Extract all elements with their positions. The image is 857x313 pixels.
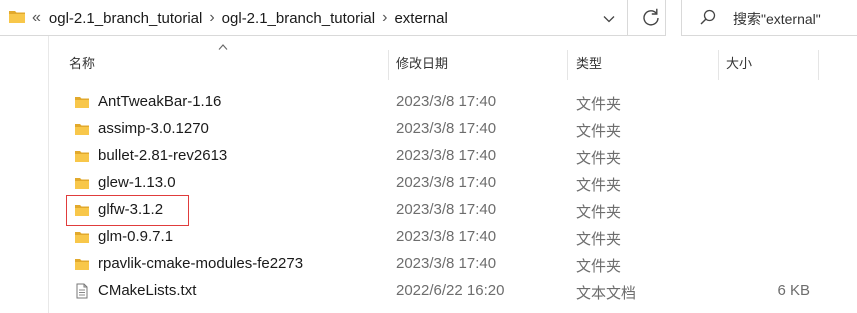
file-name: rpavlik-cmake-modules-fe2273 — [98, 255, 304, 272]
file-date: 2023/3/8 17:40 — [396, 174, 497, 191]
refresh-icon[interactable] — [641, 7, 661, 29]
file-size: 6 KB — [777, 282, 810, 299]
search-icon — [700, 9, 716, 25]
search-box[interactable]: 搜索"external" — [681, 0, 857, 36]
column-divider[interactable] — [718, 50, 719, 80]
folder-icon — [75, 259, 89, 270]
overflow-chevron-icon[interactable]: « — [32, 9, 41, 27]
file-row[interactable]: glew-1.13.0 2023/3/8 17:40 文件夹 — [50, 170, 816, 196]
folder-icon — [75, 124, 89, 135]
chevron-down-icon[interactable] — [603, 13, 615, 25]
file-type: 文件夹 — [576, 96, 622, 113]
file-row[interactable]: AntTweakBar-1.16 2023/3/8 17:40 文件夹 — [50, 89, 816, 115]
file-date: 2023/3/8 17:40 — [396, 201, 497, 218]
pane-divider — [48, 36, 49, 313]
column-header-name[interactable]: 名称 — [69, 50, 95, 80]
file-date: 2023/3/8 17:40 — [396, 228, 497, 245]
column-divider[interactable] — [567, 50, 568, 80]
file-type: 文件夹 — [576, 123, 622, 140]
divider — [627, 0, 628, 36]
file-row[interactable]: glm-0.9.7.1 2023/3/8 17:40 文件夹 — [50, 224, 816, 250]
file-name: bullet-2.81-rev2613 — [98, 147, 228, 164]
breadcrumb-item[interactable]: external — [394, 10, 447, 27]
column-divider[interactable] — [388, 50, 389, 80]
breadcrumb: « ogl-2.1_branch_tutorial › ogl-2.1_bran… — [30, 0, 448, 36]
file-type: 文本文档 — [576, 285, 637, 302]
address-bar[interactable]: « ogl-2.1_branch_tutorial › ogl-2.1_bran… — [0, 0, 666, 36]
file-type: 文件夹 — [576, 177, 622, 194]
file-row[interactable]: bullet-2.81-rev2613 2023/3/8 17:40 文件夹 — [50, 143, 816, 169]
breadcrumb-item[interactable]: ogl-2.1_branch_tutorial — [222, 10, 375, 27]
folder-icon — [75, 178, 89, 189]
search-input[interactable]: 搜索"external" — [733, 9, 821, 29]
file-type: 文件夹 — [576, 231, 622, 248]
column-divider[interactable] — [818, 50, 819, 80]
file-name: glew-1.13.0 — [98, 174, 176, 191]
file-type: 文件夹 — [576, 258, 622, 275]
folder-icon — [75, 232, 89, 243]
text-file-icon — [76, 283, 88, 299]
file-row[interactable]: assimp-3.0.1270 2023/3/8 17:40 文件夹 — [50, 116, 816, 142]
file-name: CMakeLists.txt — [98, 282, 197, 299]
highlight-box — [66, 195, 189, 226]
breadcrumb-separator-icon[interactable]: › — [382, 9, 387, 27]
file-type: 文件夹 — [576, 204, 622, 221]
file-row[interactable]: CMakeLists.txt 2022/6/22 16:20 文本文档 6 KB — [50, 278, 816, 304]
file-date: 2023/3/8 17:40 — [396, 120, 497, 137]
folder-icon — [75, 151, 89, 162]
file-row[interactable]: rpavlik-cmake-modules-fe2273 2023/3/8 17:… — [50, 251, 816, 277]
file-date: 2023/3/8 17:40 — [396, 147, 497, 164]
file-date: 2022/6/22 16:20 — [396, 282, 505, 299]
file-name: assimp-3.0.1270 — [98, 120, 209, 137]
file-type: 文件夹 — [576, 150, 622, 167]
column-header-size[interactable]: 大小 — [726, 50, 752, 80]
column-header-type[interactable]: 类型 — [576, 50, 602, 80]
file-name: AntTweakBar-1.16 — [98, 93, 222, 110]
file-name: glm-0.9.7.1 — [98, 228, 174, 245]
folder-icon — [75, 97, 89, 108]
breadcrumb-item[interactable]: ogl-2.1_branch_tutorial — [49, 10, 202, 27]
column-header-date[interactable]: 修改日期 — [396, 50, 448, 80]
sort-ascending-icon — [218, 44, 228, 50]
breadcrumb-separator-icon[interactable]: › — [209, 9, 214, 27]
folder-icon — [9, 11, 25, 23]
file-date: 2023/3/8 17:40 — [396, 255, 497, 272]
file-date: 2023/3/8 17:40 — [396, 93, 497, 110]
